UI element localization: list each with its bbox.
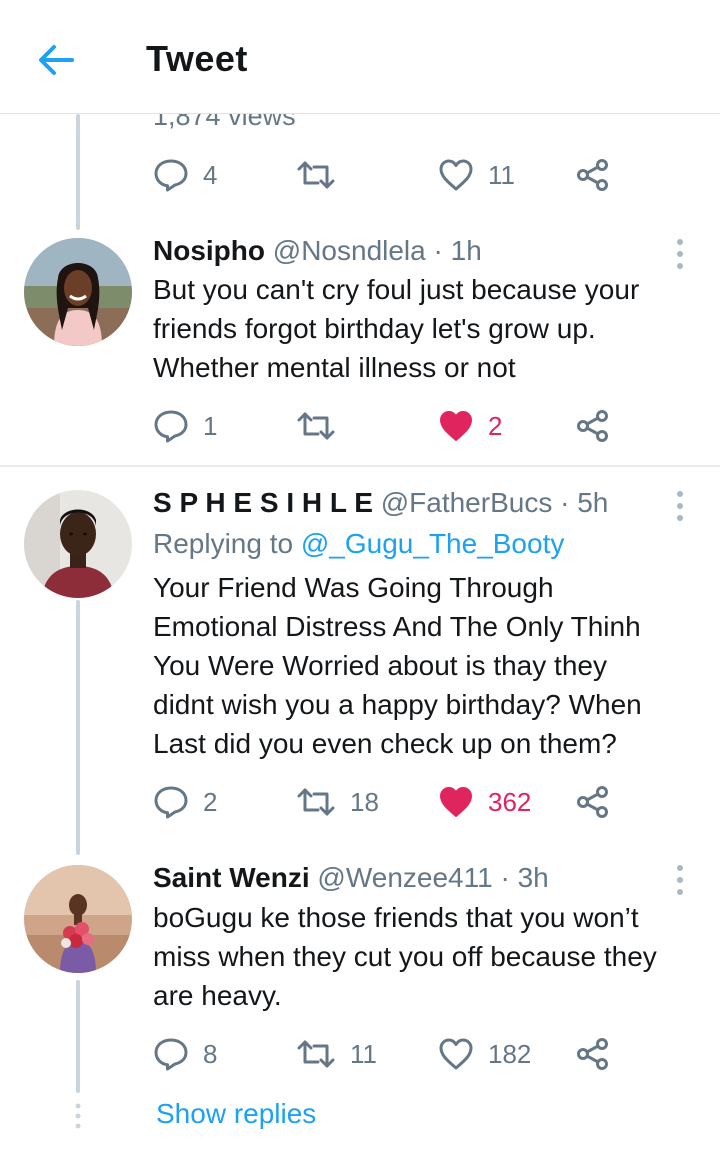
tweet-header: Nosipho @Nosndlela · 1h (153, 235, 482, 267)
tweet-actions: 2 18 362 (153, 782, 623, 822)
reply-button[interactable]: 2 (153, 782, 217, 822)
more-vertical-icon (677, 491, 683, 521)
reply-icon (154, 1038, 188, 1071)
heart-outline-icon (439, 159, 473, 191)
share-button[interactable] (576, 1034, 610, 1074)
share-button[interactable] (576, 155, 610, 195)
tweet-header: S P H E S I H L E @FatherBucs · 5h (153, 487, 608, 519)
tweet-header: Saint Wenzi @Wenzee411 · 3h (153, 862, 549, 894)
tweet-text-line: friends forgot birthday let's grow up. (153, 313, 596, 344)
retweet-icon (297, 1040, 335, 1068)
reply-count: 4 (203, 159, 218, 190)
reply-button[interactable]: 8 (153, 1034, 217, 1074)
tweet-actions: 8 11 182 (153, 1034, 623, 1074)
more-options-button[interactable] (670, 236, 690, 272)
share-icon (577, 786, 608, 818)
tweet-time: · 1h (433, 235, 482, 266)
display-name[interactable]: S P H E S I H L E (153, 487, 373, 518)
like-button[interactable]: 362 (438, 782, 531, 822)
thread-line (76, 600, 80, 855)
reply-count: 2 (203, 786, 218, 817)
heart-outline-icon (439, 1038, 473, 1070)
page-title: Tweet (146, 38, 248, 79)
back-button[interactable] (32, 38, 80, 82)
tweet-time: · 3h (500, 862, 549, 893)
like-count: 2 (488, 410, 503, 441)
like-button[interactable]: 2 (438, 406, 502, 446)
retweet-button[interactable] (296, 155, 350, 195)
like-count: 11 (488, 159, 515, 190)
reply-icon (154, 410, 188, 443)
tweet-text-line: Last did you even check up on them? (153, 728, 617, 759)
tweet-text-line: Emotional Distress And The Only Thinh (153, 611, 641, 642)
retweet-icon (297, 788, 335, 816)
reply-button[interactable]: 4 (153, 155, 217, 195)
tweet-text-line: Your Friend Was Going Through (153, 572, 554, 603)
show-replies-link[interactable]: Show replies (156, 1098, 316, 1130)
user-handle[interactable]: @Nosndlela (273, 235, 426, 266)
views-count: 1,874 views (153, 114, 296, 131)
share-icon (577, 410, 608, 442)
heart-filled-icon (440, 787, 472, 817)
tweet-text-line: didnt wish you a happy birthday? When (153, 689, 642, 720)
share-icon (577, 159, 608, 191)
tweet-text-line: are heavy. (153, 980, 282, 1011)
retweet-count: 18 (350, 786, 379, 817)
share-button[interactable] (576, 406, 610, 446)
share-icon (577, 1038, 608, 1070)
share-button[interactable] (576, 782, 610, 822)
replying-to-mention[interactable]: @_Gugu_The_Booty (301, 528, 564, 559)
display-name[interactable]: Nosipho (153, 235, 265, 266)
tweet-time: · 5h (560, 487, 609, 518)
display-name[interactable]: Saint Wenzi (153, 862, 310, 893)
reply-icon (154, 159, 188, 192)
more-vertical-icon (677, 239, 683, 269)
divider (0, 465, 720, 467)
avatar[interactable] (24, 865, 132, 973)
reply-count: 1 (203, 410, 218, 441)
top-bar: Tweet (0, 0, 720, 114)
avatar[interactable] (24, 490, 132, 598)
tweet-text-line: You Were Worried about is thay they (153, 650, 607, 681)
more-options-button[interactable] (670, 488, 690, 524)
tweet-actions: 1 2 (153, 406, 623, 446)
tweet-text-line: miss when they cut you off because they (153, 941, 657, 972)
more-replies-indicator (75, 1103, 81, 1129)
retweet-button[interactable]: 11 (296, 1034, 377, 1074)
thread-line (76, 980, 80, 1093)
tweet-text-line: Whether mental illness or not (153, 352, 516, 383)
retweet-button[interactable] (296, 406, 350, 446)
thread-line (76, 114, 80, 230)
tweet-actions: 4 11 (153, 155, 623, 195)
replying-to: Replying to @_Gugu_The_Booty (153, 528, 564, 560)
retweet-button[interactable]: 18 (296, 782, 379, 822)
retweet-count: 11 (350, 1038, 377, 1069)
like-button[interactable]: 11 (438, 155, 515, 195)
avatar[interactable] (24, 238, 132, 346)
heart-filled-icon (440, 411, 472, 441)
more-vertical-icon (677, 865, 683, 895)
user-handle[interactable]: @Wenzee411 (317, 862, 492, 893)
more-options-button[interactable] (670, 862, 690, 898)
reply-count: 8 (203, 1038, 218, 1069)
like-count: 362 (488, 786, 532, 817)
replying-to-prefix: Replying to (153, 528, 294, 559)
arrow-left-icon (39, 45, 74, 75)
tweet-text-line: But you can't cry foul just because your (153, 274, 640, 305)
user-handle[interactable]: @FatherBucs (381, 487, 553, 518)
reply-button[interactable]: 1 (153, 406, 217, 446)
tweet-text-line: boGugu ke those friends that you won’t (153, 902, 639, 933)
like-button[interactable]: 182 (438, 1034, 531, 1074)
retweet-icon (297, 412, 335, 440)
retweet-icon (297, 161, 335, 189)
reply-icon (154, 786, 188, 819)
like-count: 182 (488, 1038, 532, 1069)
